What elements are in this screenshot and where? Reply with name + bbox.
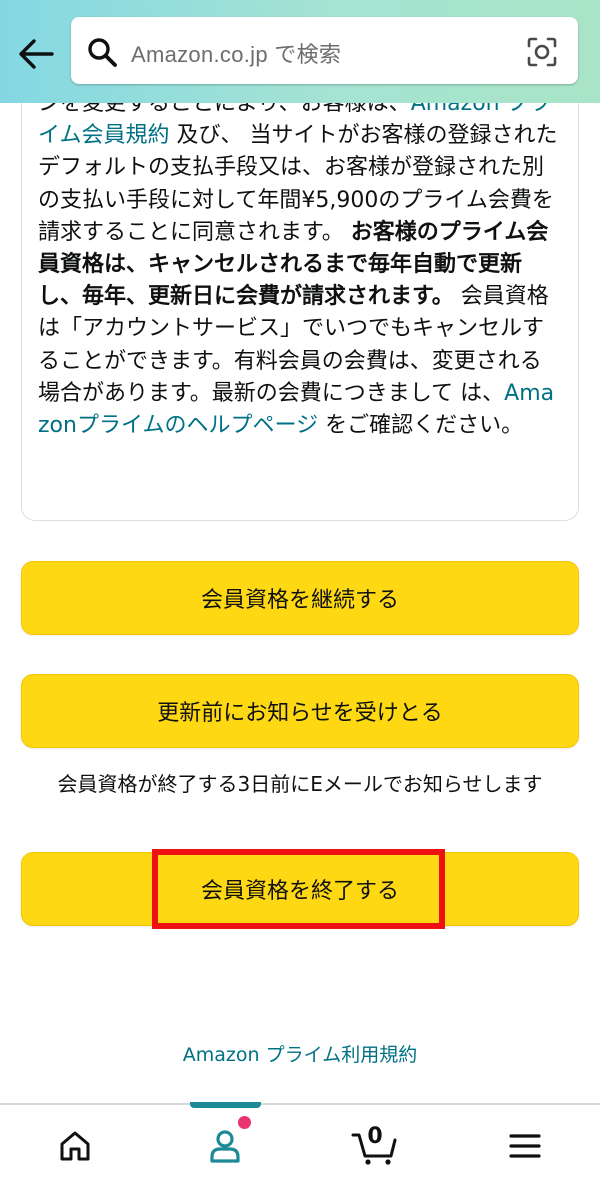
remind-before-renewal-button[interactable]: 更新前にお知らせを受けとる <box>21 674 579 748</box>
nav-account[interactable] <box>150 1105 300 1187</box>
end-membership-button[interactable]: 会員資格を終了する <box>21 852 579 926</box>
terms-text: ンを変更することにより、お客様は、Amazon プライム会員規約 及び、 当サイ… <box>38 88 560 442</box>
notification-dot <box>236 1114 253 1131</box>
back-button[interactable] <box>14 34 58 74</box>
account-icon <box>210 1130 240 1163</box>
continue-membership-button[interactable]: 会員資格を継続する <box>21 561 579 635</box>
cart-count-badge: 0 <box>367 1124 383 1149</box>
terms-card: ンを変更することにより、お客様は、Amazon プライム会員規約 及び、 当サイ… <box>21 40 579 521</box>
nav-cart[interactable]: 0 <box>300 1105 450 1187</box>
cart-icon: 0 <box>351 1124 399 1166</box>
bottom-nav: 0 <box>0 1103 600 1187</box>
back-arrow-icon <box>19 39 54 69</box>
search-box[interactable]: Amazon.co.jp で検索 <box>71 17 578 84</box>
prime-terms-link[interactable]: Amazon プライム利用規約 <box>0 1040 600 1067</box>
terms-text-part4: をご確認ください。 <box>318 413 524 439</box>
search-icon <box>88 38 117 67</box>
nav-home[interactable] <box>0 1105 150 1187</box>
camera-search-icon[interactable] <box>526 36 558 68</box>
top-header: Amazon.co.jp で検索 <box>0 0 600 103</box>
nav-menu[interactable] <box>450 1105 600 1187</box>
search-input[interactable]: Amazon.co.jp で検索 <box>131 37 341 69</box>
remind-note: 会員資格が終了する3日前にEメールでお知らせします <box>57 772 543 796</box>
menu-icon <box>509 1134 541 1158</box>
home-icon <box>60 1131 90 1161</box>
active-tab-indicator <box>190 1102 261 1108</box>
